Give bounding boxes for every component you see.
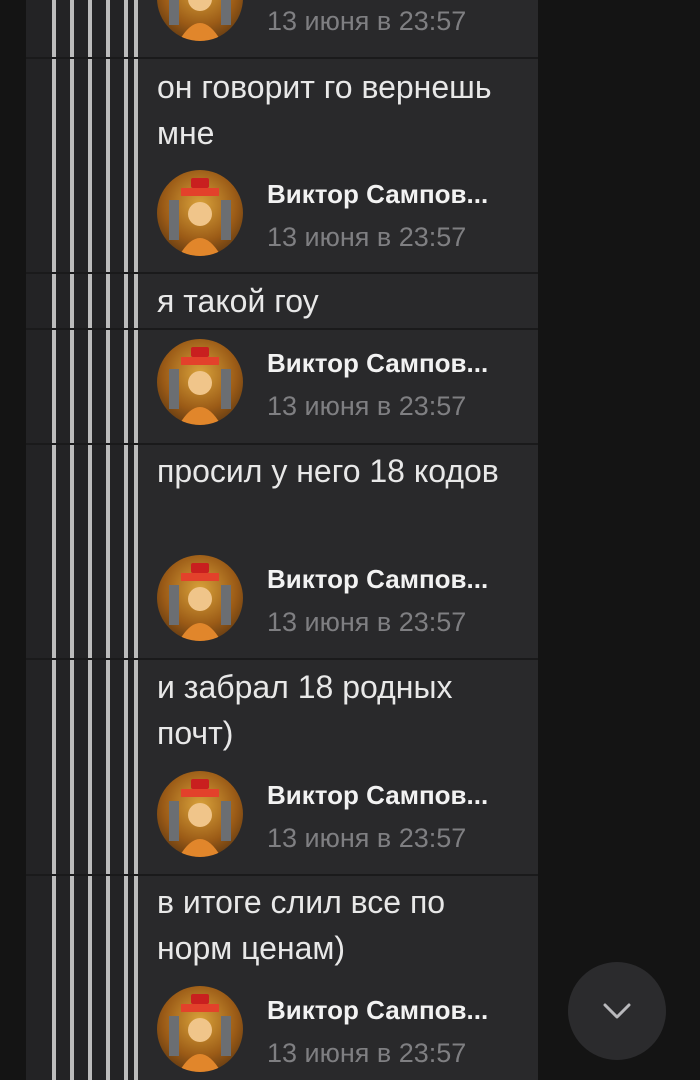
comment-author[interactable]: Виктор Сампов... xyxy=(267,780,488,811)
comment-timestamp: 13 июня в 23:57 xyxy=(267,607,467,637)
comment-author[interactable]: Виктор Сампов... xyxy=(267,179,488,210)
comment-divider xyxy=(26,57,538,59)
thread-guide-line xyxy=(88,0,92,1080)
scroll-down-button[interactable] xyxy=(568,962,666,1060)
thread-guide-line xyxy=(70,0,74,1080)
comment-divider xyxy=(26,328,538,330)
comment-text: в итоге слил все по норм ценам) xyxy=(157,884,446,966)
comment-text: я такой гоу xyxy=(157,283,319,319)
thread-guide-line xyxy=(106,0,110,1080)
avatar[interactable] xyxy=(157,339,243,425)
comment-author[interactable]: Виктор Сампов... xyxy=(267,995,488,1026)
comment-timestamp: 13 июня в 23:57 xyxy=(267,823,467,853)
comment-divider xyxy=(26,443,538,445)
comment-timestamp: 13 июня в 23:57 xyxy=(267,6,467,36)
comment-author[interactable]: Виктор Сампов... xyxy=(267,564,488,595)
avatar[interactable] xyxy=(157,170,243,256)
comment-timestamp: 13 июня в 23:57 xyxy=(267,391,467,421)
comment-divider xyxy=(26,658,538,660)
comment-text: и забрал 18 родных почт) xyxy=(157,669,453,751)
thread-guide-line xyxy=(52,0,56,1080)
comment-timestamp: 13 июня в 23:57 xyxy=(267,1038,467,1068)
comment-author[interactable]: Виктор Сампов... xyxy=(267,348,488,379)
thread-guide-line xyxy=(124,0,128,1080)
avatar[interactable] xyxy=(157,986,243,1072)
chat-screen: 13 июня в 23:57 он говорит го вернешь мн… xyxy=(0,0,700,1080)
comment-divider xyxy=(26,874,538,876)
avatar[interactable] xyxy=(157,555,243,641)
comment-timestamp: 13 июня в 23:57 xyxy=(267,222,467,252)
comment-text: просил у него 18 кодов xyxy=(157,453,499,489)
avatar[interactable] xyxy=(157,771,243,857)
comment-divider xyxy=(26,272,538,274)
comment-text: он говорит го вернешь мне xyxy=(157,69,492,151)
chevron-down-icon xyxy=(603,1003,631,1019)
